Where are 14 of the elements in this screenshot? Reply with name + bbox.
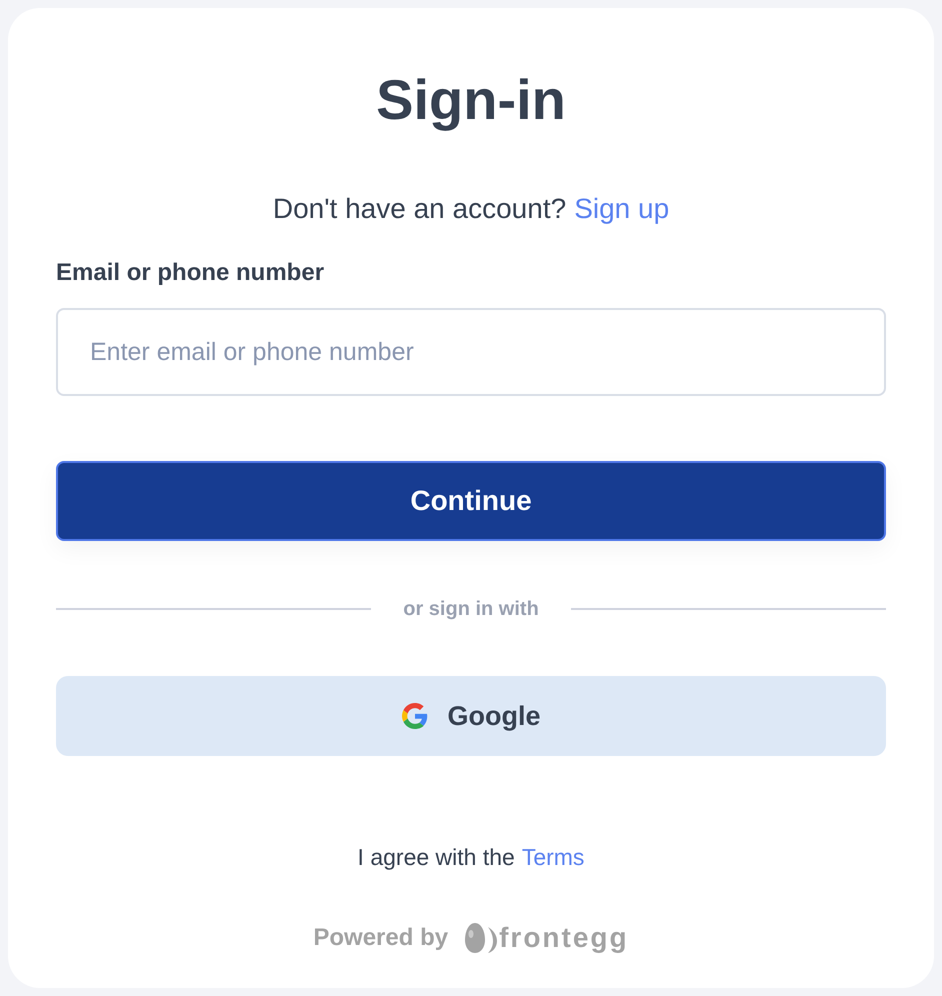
continue-button[interactable]: Continue <box>56 461 886 541</box>
email-input-field[interactable]: Enter email or phone number <box>56 308 886 396</box>
signup-prompt: Don't have an account? <box>272 192 566 226</box>
egg-logo-icon <box>464 922 498 954</box>
field-label: Email or phone number <box>56 258 326 288</box>
social-sign-in-button[interactable]: Google <box>56 676 886 756</box>
divider-text: or sign in with <box>403 597 539 622</box>
brand-logo-text: frontegg <box>499 920 629 955</box>
google-logo-icon <box>402 703 428 729</box>
terms-text: I agree with the <box>358 843 515 872</box>
sign-up-link[interactable]: Sign up <box>574 192 670 226</box>
powered-by-text: Powered by <box>313 922 448 952</box>
terms-link[interactable]: Terms <box>522 840 584 874</box>
page-title: Sign-in <box>375 68 567 132</box>
